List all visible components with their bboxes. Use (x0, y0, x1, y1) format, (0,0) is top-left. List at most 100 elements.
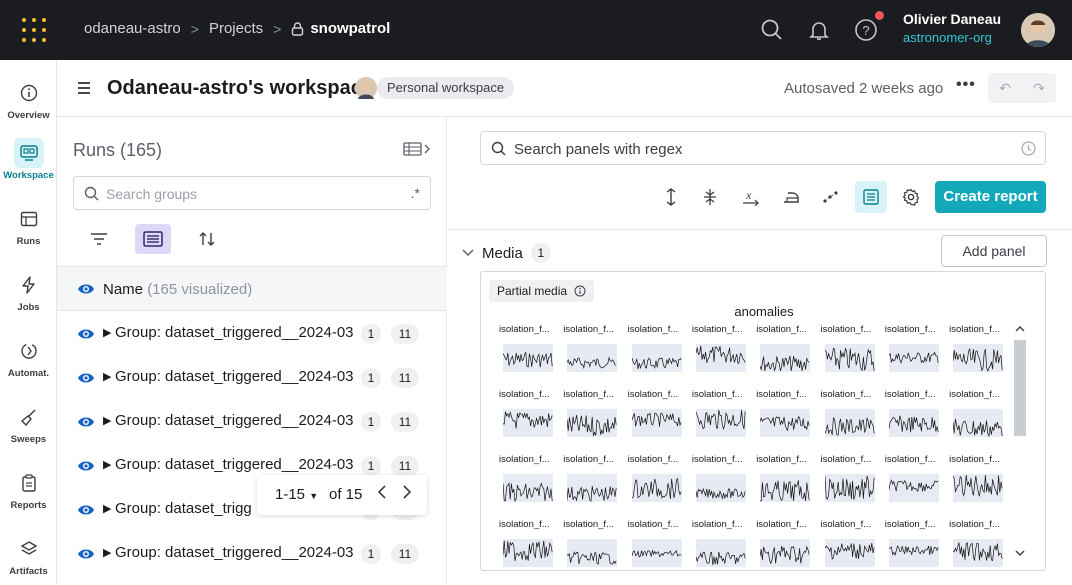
media-thumbnail[interactable]: isolation_f... (817, 519, 879, 581)
panel-search-input[interactable]: Search panels with regex (480, 131, 1046, 165)
avatar[interactable] (1021, 13, 1055, 47)
media-thumbnail[interactable]: isolation_f... (495, 389, 557, 451)
media-thumbnail[interactable]: isolation_f... (688, 519, 750, 581)
media-thumbnail[interactable]: isolation_f... (688, 324, 750, 386)
breadcrumb-projects[interactable]: Projects (209, 20, 263, 37)
rail-jobs[interactable]: Jobs (0, 270, 57, 313)
chevron-left-icon[interactable] (377, 484, 387, 504)
media-thumbnail[interactable]: isolation_f... (752, 389, 814, 451)
sort-button[interactable] (189, 224, 225, 254)
history-icon[interactable] (1020, 140, 1037, 157)
media-thumbnail[interactable]: isolation_f... (495, 519, 557, 581)
media-thumbnail[interactable]: isolation_f... (881, 454, 943, 516)
rail-reports[interactable]: Reports (0, 468, 57, 511)
media-thumbnail[interactable]: isolation_f... (495, 324, 557, 386)
media-thumbnail[interactable]: isolation_f... (945, 454, 1007, 516)
filter-button[interactable] (81, 224, 117, 254)
media-thumbnail[interactable]: isolation_f... (881, 519, 943, 581)
redo-icon[interactable]: ↷ (1033, 80, 1045, 97)
media-thumbnail[interactable]: isolation_f... (945, 389, 1007, 451)
media-thumbnail[interactable]: isolation_f... (945, 324, 1007, 386)
media-thumbnail[interactable]: isolation_f... (559, 454, 621, 516)
caret-right-icon[interactable]: ▶ (103, 370, 111, 383)
media-thumbnail[interactable]: isolation_f... (881, 389, 943, 451)
media-thumbnail[interactable]: isolation_f... (559, 519, 621, 581)
eye-icon[interactable] (77, 327, 95, 341)
caret-right-icon[interactable]: ▶ (103, 546, 111, 559)
caret-right-icon[interactable]: ▶ (103, 502, 111, 515)
caret-right-icon[interactable]: ▶ (103, 414, 111, 427)
chevron-down-icon[interactable] (1015, 549, 1025, 557)
chevron-up-icon[interactable] (1015, 325, 1025, 333)
scrollbar-thumb[interactable] (1014, 340, 1026, 436)
media-thumbnail[interactable]: isolation_f... (881, 324, 943, 386)
group-search-input[interactable]: Search groups .* (73, 176, 431, 210)
eye-icon[interactable] (77, 547, 95, 561)
rail-automations[interactable]: Automat. (0, 336, 57, 379)
hamburger-icon[interactable] (77, 82, 91, 94)
rail-runs[interactable]: Runs (0, 204, 57, 247)
media-thumbnail[interactable]: isolation_f... (559, 389, 621, 451)
breadcrumb-project[interactable]: snowpatrol (291, 20, 390, 37)
rail-workspace[interactable]: Workspace (0, 138, 57, 181)
collapse-vertical-button[interactable] (694, 181, 726, 213)
wandb-logo-icon[interactable] (22, 18, 48, 42)
create-report-button[interactable]: Create report (935, 181, 1046, 213)
table-row[interactable]: ▶ Group: dataset_triggered__2024-03 1 11 (57, 356, 447, 400)
media-thumbnail[interactable]: isolation_f... (624, 454, 686, 516)
group-button[interactable] (135, 224, 171, 254)
search-icon[interactable] (760, 18, 784, 42)
bell-icon[interactable] (807, 18, 831, 42)
expand-vertical-button[interactable] (655, 181, 687, 213)
eye-icon[interactable] (77, 371, 95, 385)
media-thumbnail[interactable]: isolation_f... (817, 389, 879, 451)
eye-icon[interactable] (77, 415, 95, 429)
eye-icon[interactable] (77, 503, 95, 517)
page-range-select[interactable]: 1-15 ▼ (275, 486, 318, 503)
media-thumbnail[interactable]: isolation_f... (559, 324, 621, 386)
media-thumbnail[interactable]: isolation_f... (688, 454, 750, 516)
media-thumbnail[interactable]: isolation_f... (945, 519, 1007, 581)
media-thumbnail[interactable]: isolation_f... (752, 519, 814, 581)
x-axis-button[interactable]: x (735, 181, 767, 213)
media-panel[interactable]: Partial media anomalies isolation_f... is… (480, 271, 1046, 571)
undo-icon[interactable]: ↶ (999, 80, 1011, 97)
media-thumbnail[interactable]: isolation_f... (624, 324, 686, 386)
media-thumbnail[interactable]: isolation_f... (817, 324, 879, 386)
group-search-placeholder: Search groups (106, 186, 198, 202)
settings-button[interactable] (895, 181, 927, 213)
media-thumbnail[interactable]: isolation_f... (624, 389, 686, 451)
rail-sweeps[interactable]: Sweeps (0, 402, 57, 445)
group-count-badge: 1 (361, 544, 381, 564)
eye-icon[interactable] (77, 282, 95, 296)
media-thumbnail[interactable]: isolation_f... (752, 454, 814, 516)
rail-label: Reports (10, 500, 47, 511)
table-row[interactable]: ▶ Group: dataset_triggered__2024-03 1 11 (57, 312, 447, 356)
user-menu[interactable]: Olivier Daneau astronomer-org (903, 11, 1001, 45)
outliers-button[interactable] (815, 181, 847, 213)
add-panel-button[interactable]: Add panel (941, 235, 1047, 267)
media-section-header[interactable]: Media 1 (462, 243, 551, 263)
table-row[interactable]: ▶ Group: dataset_triggered__2024-03 1 11 (57, 532, 447, 576)
media-thumbnail[interactable]: isolation_f... (752, 324, 814, 386)
scrollbar[interactable] (1012, 322, 1028, 560)
rail-artifacts[interactable]: Artifacts (0, 534, 57, 577)
regex-toggle[interactable]: .* (411, 185, 420, 201)
media-thumbnail[interactable]: isolation_f... (495, 454, 557, 516)
table-row[interactable]: ▶ Group: dataset_triggered__2024-03 1 11 (57, 400, 447, 444)
rail-overview[interactable]: Overview (0, 78, 57, 121)
caret-right-icon[interactable]: ▶ (103, 458, 111, 471)
media-thumbnail[interactable]: isolation_f... (624, 519, 686, 581)
info-icon[interactable] (574, 285, 586, 297)
expand-table-icon[interactable] (403, 141, 431, 157)
chevron-right-icon[interactable] (402, 484, 412, 504)
media-thumbnail[interactable]: isolation_f... (817, 454, 879, 516)
breadcrumb-entity[interactable]: odaneau-astro (84, 20, 181, 37)
caret-right-icon[interactable]: ▶ (103, 326, 111, 339)
smoothing-button[interactable] (775, 181, 807, 213)
help-icon[interactable]: ? (854, 18, 878, 42)
more-options-icon[interactable]: ••• (956, 76, 976, 94)
tooltip-layout-button[interactable] (855, 181, 887, 213)
media-thumbnail[interactable]: isolation_f... (688, 389, 750, 451)
eye-icon[interactable] (77, 459, 95, 473)
